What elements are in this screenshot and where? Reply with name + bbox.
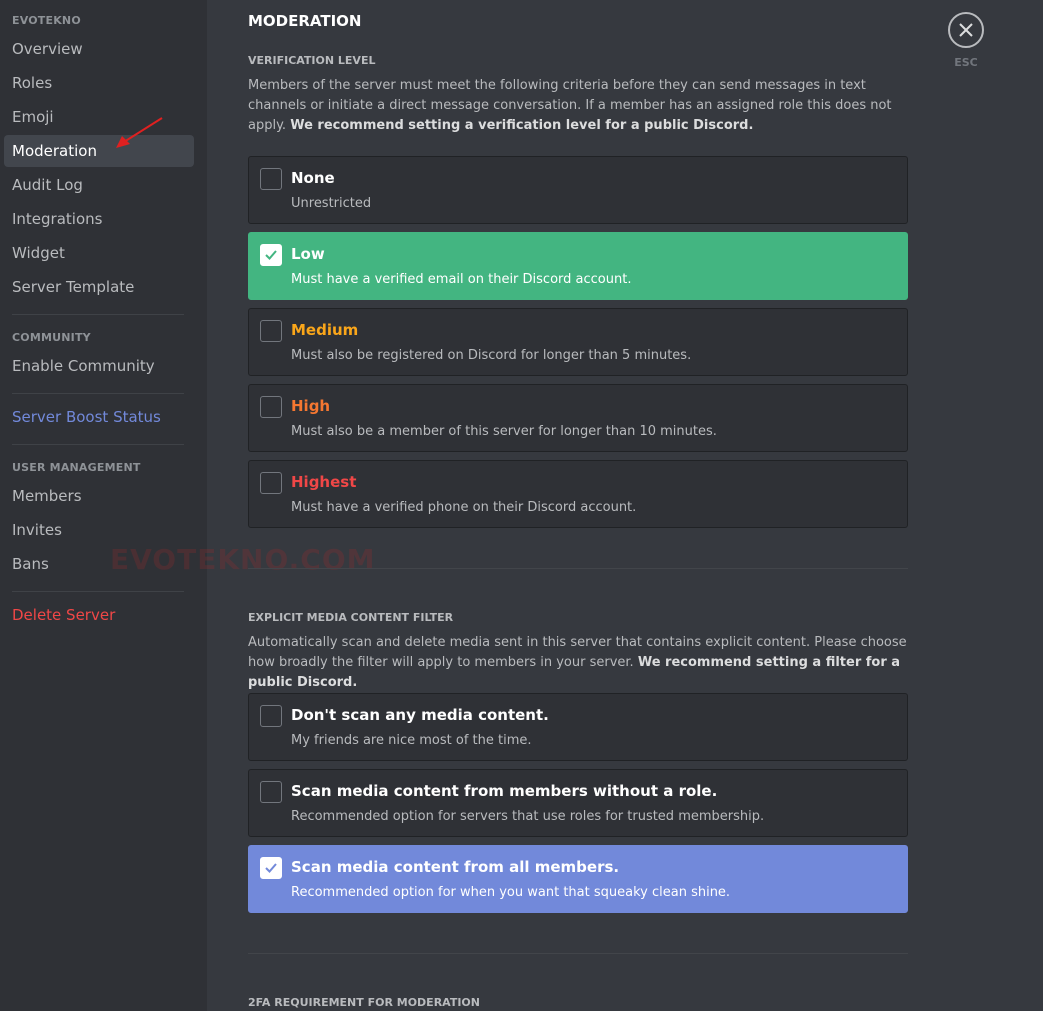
user-management-heading: USER MANAGEMENT — [12, 461, 141, 474]
close-button[interactable] — [948, 12, 984, 48]
esc-label: ESC — [954, 56, 978, 69]
verification-option-highest[interactable]: Highest Must have a verified phone on th… — [248, 460, 908, 528]
verification-option-medium[interactable]: Medium Must also be registered on Discor… — [248, 308, 908, 376]
option-title: Don't scan any media content. — [291, 706, 549, 724]
verification-option-none[interactable]: None Unrestricted — [248, 156, 908, 224]
filter-option-scan-all-members[interactable]: Scan media content from all members. Rec… — [248, 845, 908, 913]
sidebar-item-integrations[interactable]: Integrations — [4, 203, 194, 235]
twofa-requirement-heading: 2FA REQUIREMENT FOR MODERATION — [248, 996, 480, 1009]
option-subtitle: Must also be registered on Discord for l… — [291, 348, 692, 363]
sidebar-divider — [12, 393, 184, 394]
filter-option-scan-without-role[interactable]: Scan media content from members without … — [248, 769, 908, 837]
sidebar-item-overview[interactable]: Overview — [4, 33, 194, 65]
explicit-filter-description: Automatically scan and delete media sent… — [248, 633, 910, 693]
sidebar-item-invites[interactable]: Invites — [4, 514, 194, 546]
sidebar-item-roles[interactable]: Roles — [4, 67, 194, 99]
sidebar-item-audit-log[interactable]: Audit Log — [4, 169, 194, 201]
option-title: Highest — [291, 473, 357, 491]
red-arrow-annotation-icon — [116, 117, 163, 148]
checkbox-checked[interactable] — [260, 857, 282, 879]
sidebar-item-server-template[interactable]: Server Template — [4, 271, 194, 303]
verification-description: Members of the server must meet the foll… — [248, 76, 910, 136]
sidebar-item-server-boost-status[interactable]: Server Boost Status — [4, 401, 194, 433]
option-subtitle: Must have a verified email on their Disc… — [291, 272, 632, 287]
checkbox[interactable] — [260, 320, 282, 342]
sidebar-divider — [12, 444, 184, 445]
option-subtitle: Must have a verified phone on their Disc… — [291, 500, 637, 515]
server-name-heading: EVOTEKNO — [12, 14, 81, 27]
verification-option-low[interactable]: Low Must have a verified email on their … — [248, 232, 908, 300]
checkbox[interactable] — [260, 472, 282, 494]
sidebar-item-delete-server[interactable]: Delete Server — [4, 599, 194, 631]
option-title: Medium — [291, 321, 359, 339]
sidebar-divider — [12, 591, 184, 592]
checkbox[interactable] — [260, 168, 282, 190]
sidebar-item-widget[interactable]: Widget — [4, 237, 194, 269]
page-title: MODERATION — [248, 12, 362, 30]
option-title: Low — [291, 245, 325, 263]
option-subtitle: My friends are nice most of the time. — [291, 733, 532, 748]
explicit-filter-heading: EXPLICIT MEDIA CONTENT FILTER — [248, 611, 454, 624]
checkmark-icon — [265, 250, 277, 260]
verification-recommendation: We recommend setting a verification leve… — [290, 118, 754, 133]
checkbox-checked[interactable] — [260, 244, 282, 266]
verification-level-heading: VERIFICATION LEVEL — [248, 54, 376, 67]
option-subtitle: Recommended option for servers that use … — [291, 809, 765, 824]
section-divider — [248, 568, 908, 569]
option-title: Scan media content from members without … — [291, 782, 718, 800]
close-icon — [959, 23, 973, 37]
option-title: Scan media content from all members. — [291, 858, 620, 876]
community-heading: COMMUNITY — [12, 331, 91, 344]
checkbox[interactable] — [260, 781, 282, 803]
option-title: High — [291, 397, 331, 415]
option-subtitle: Recommended option for when you want tha… — [291, 885, 731, 900]
option-subtitle: Unrestricted — [291, 196, 372, 211]
checkbox[interactable] — [260, 705, 282, 727]
sidebar: EVOTEKNO Overview Roles Emoji Moderation… — [0, 0, 207, 1011]
watermark: EVOTEKNO.COM — [110, 543, 376, 576]
option-title: None — [291, 169, 335, 187]
section-divider — [248, 953, 908, 954]
checkmark-icon — [265, 863, 277, 873]
sidebar-item-enable-community[interactable]: Enable Community — [4, 350, 194, 382]
sidebar-divider — [12, 314, 184, 315]
filter-option-dont-scan[interactable]: Don't scan any media content. My friends… — [248, 693, 908, 761]
sidebar-item-members[interactable]: Members — [4, 480, 194, 512]
verification-option-high[interactable]: High Must also be a member of this serve… — [248, 384, 908, 452]
checkbox[interactable] — [260, 396, 282, 418]
option-subtitle: Must also be a member of this server for… — [291, 424, 717, 439]
